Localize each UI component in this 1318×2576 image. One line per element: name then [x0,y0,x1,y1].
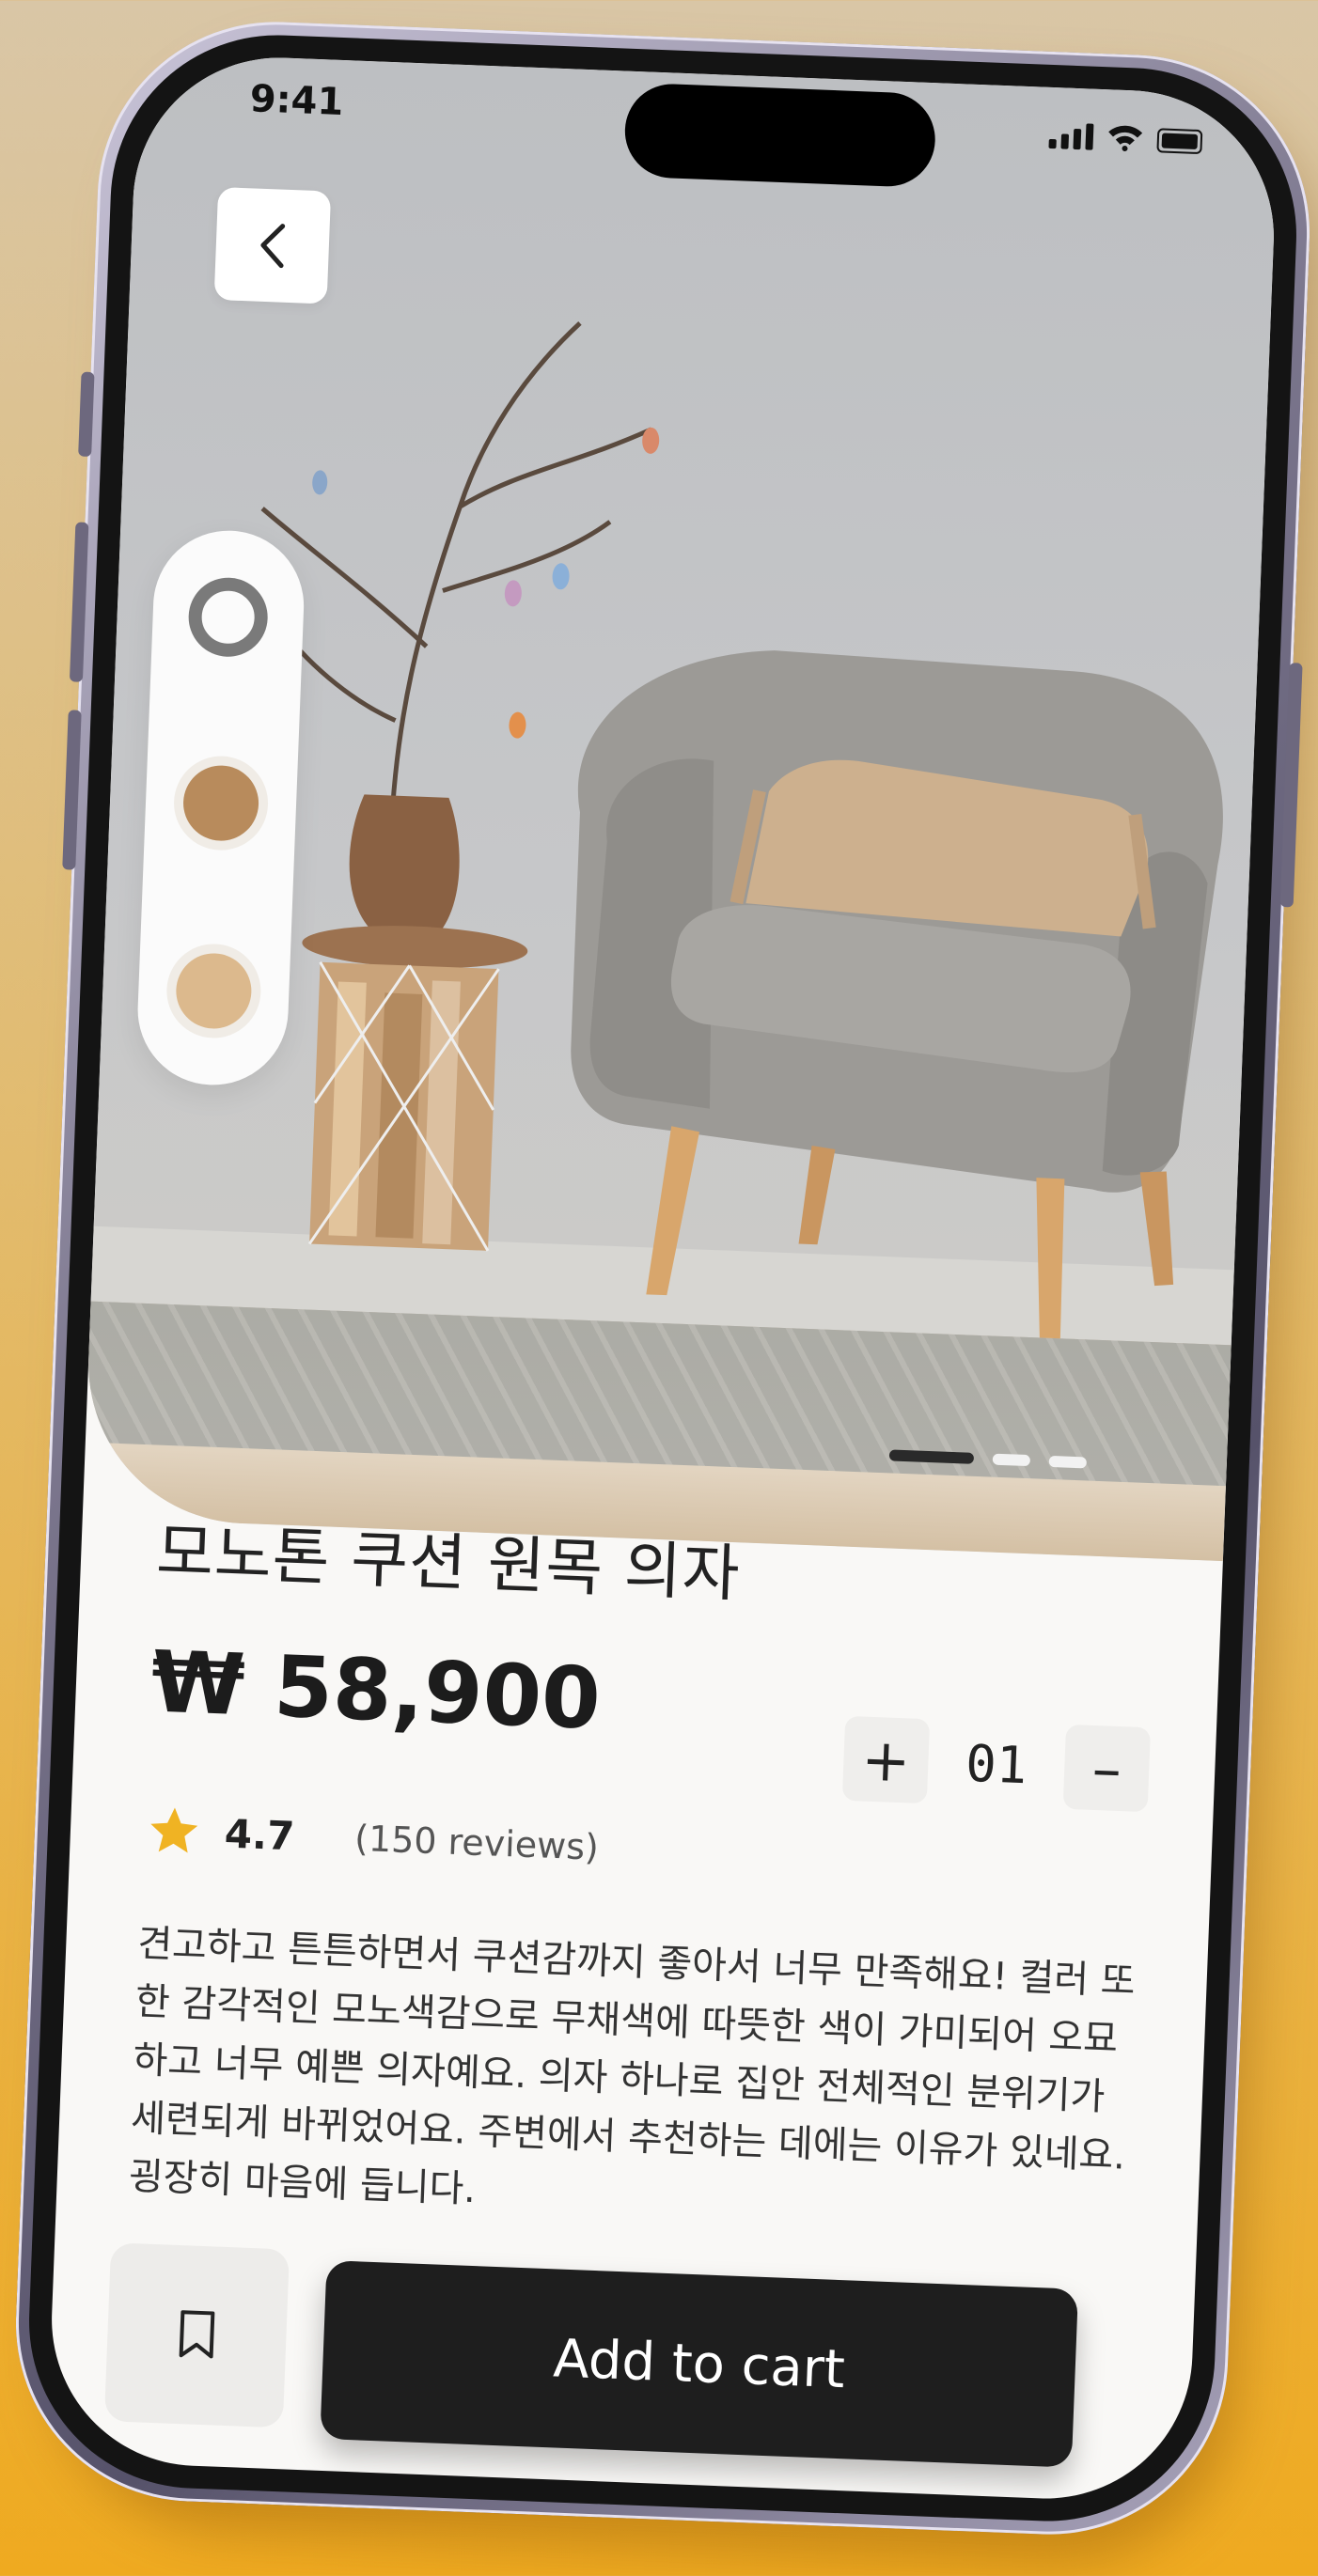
app-screen: 9:41 모노톤 쿠션 원목 의자 ₩ 58,900 + 01 – 4.7 (1… [46,52,1279,2505]
product-price: ₩ 58,900 [149,1632,603,1749]
swatch-brown[interactable] [181,764,260,843]
add-to-cart-button[interactable]: Add to cart [320,2260,1079,2468]
quantity-plus-button[interactable]: + [841,1715,931,1804]
bookmark-icon [179,2310,215,2359]
carousel-dot[interactable] [992,1453,1031,1467]
status-icons [1048,120,1203,155]
back-button[interactable] [213,186,332,304]
star-icon [150,1807,198,1853]
product-description: 견고하고 튼튼하면서 쿠션감까지 좋아서 너무 만족해요! 컬러 또한 감각적인… [128,1922,1137,2212]
rating-value: 4.7 [224,1810,296,1859]
signal-icon [1048,122,1094,150]
quantity-value: 01 [965,1733,1028,1795]
swatch-beige[interactable] [174,951,253,1030]
dynamic-island [622,82,937,189]
vase [349,794,460,939]
review-count[interactable]: (150 reviews) [353,1818,599,1868]
swatch-gray-selected[interactable] [187,576,270,659]
product-rating: 4.7 (150 reviews) [145,1802,600,1875]
quantity-stepper: + 01 – [841,1715,1152,1813]
color-swatch-panel [134,527,307,1088]
status-time: 9:41 [248,77,345,125]
chevron-left-icon [260,224,286,269]
bookmark-button[interactable] [103,2242,290,2428]
quantity-minus-button[interactable]: – [1062,1724,1152,1813]
firewood-basket [307,961,500,1252]
carousel-dot[interactable] [1048,1455,1088,1469]
wifi-icon [1108,125,1143,151]
battery-icon [1156,128,1203,155]
phone-mockup: 9:41 모노톤 쿠션 원목 의자 ₩ 58,900 + 01 – 4.7 (1… [8,15,1318,2570]
armchair [571,650,1223,1339]
